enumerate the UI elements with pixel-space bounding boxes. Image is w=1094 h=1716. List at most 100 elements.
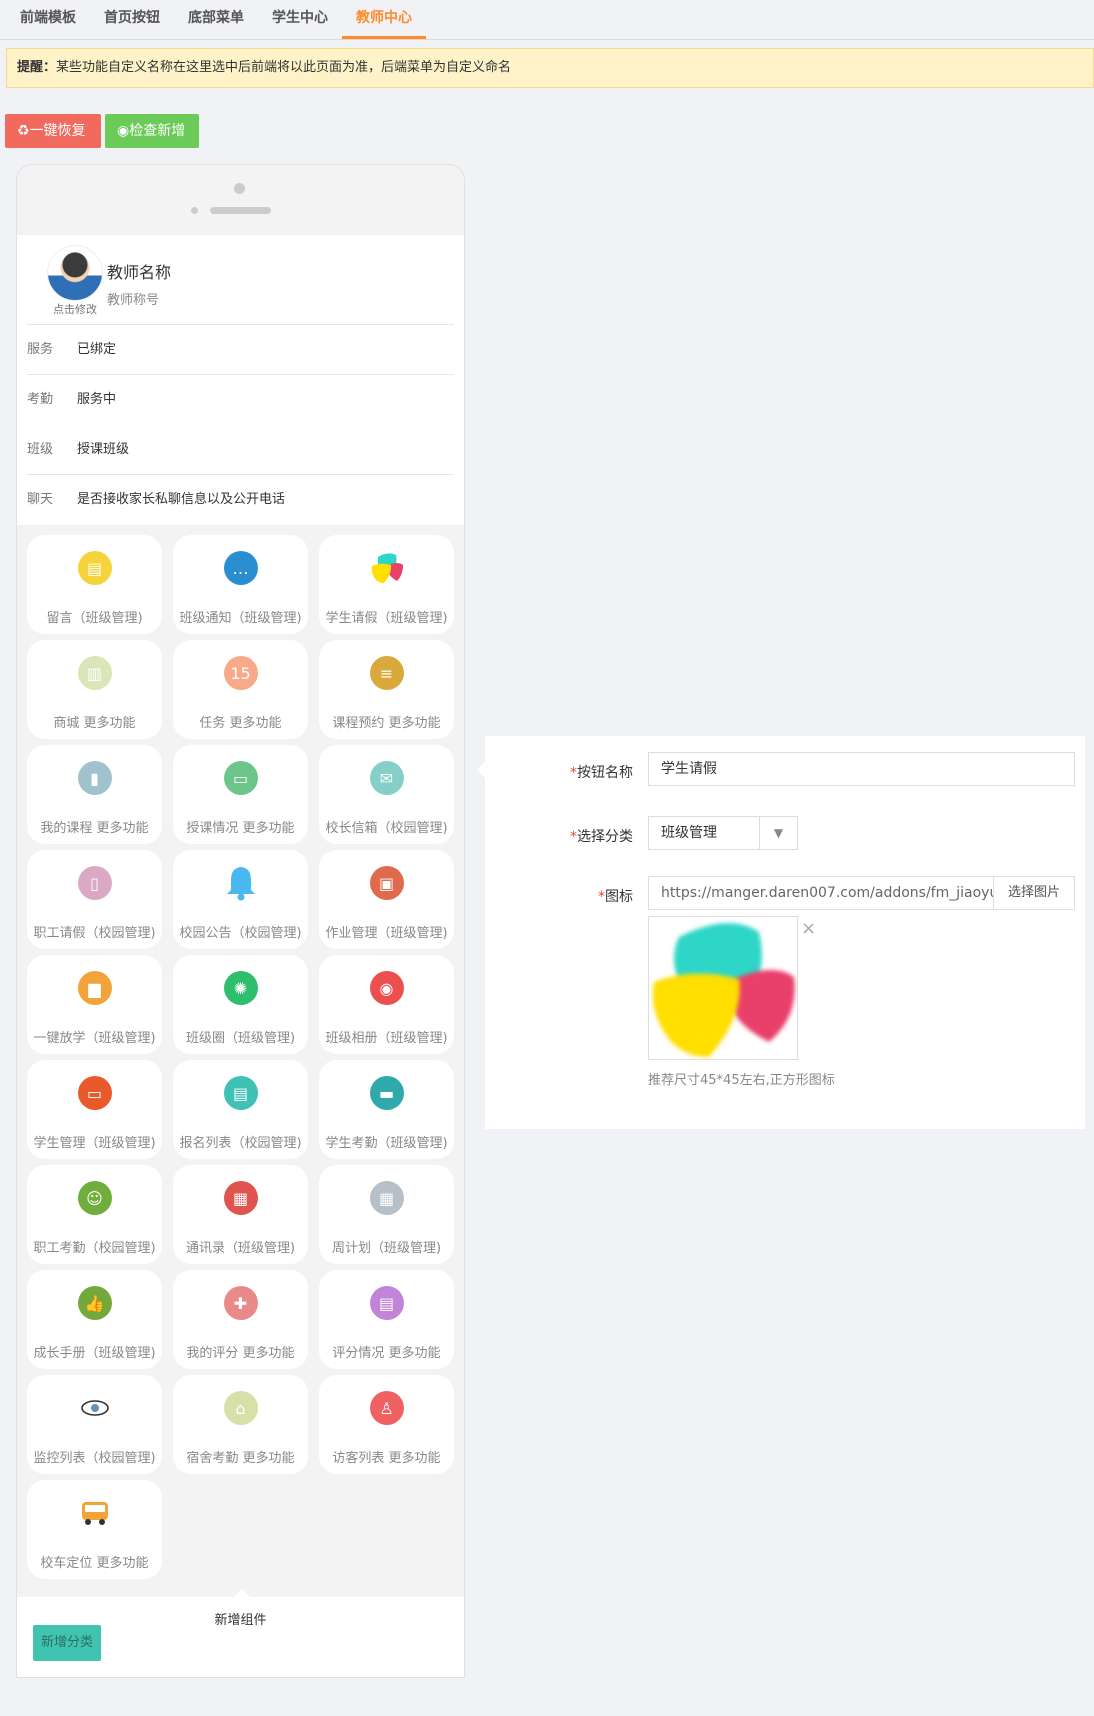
aperture-icon: ✺ <box>223 971 258 1005</box>
grid-item[interactable]: ▬ 学生考勤（班级管理) <box>319 1060 454 1159</box>
thumbs-up-icon: 👍 <box>77 1286 112 1320</box>
notebook-icon: ▮ <box>77 761 112 795</box>
grid-item-label: 宿舍考勤 更多功能 <box>186 1451 295 1466</box>
restore-button[interactable]: ♻一键恢复 <box>5 114 101 148</box>
grid-item-label: 职工考勤（校园管理) <box>33 1241 156 1256</box>
grid-item[interactable]: ▭ 学生管理（班级管理) <box>27 1060 162 1159</box>
info-label: 班级 <box>27 442 54 457</box>
info-label: 考勤 <box>27 392 54 407</box>
grid-item-label: 评分情况 更多功能 <box>332 1346 441 1361</box>
phone-top-bar <box>17 165 464 235</box>
grid-item-label: 留言（班级管理) <box>46 611 143 626</box>
grid-item[interactable]: ✚ 我的评分 更多功能 <box>173 1270 308 1369</box>
tab-home-buttons[interactable]: 首页按钮 <box>90 1 174 39</box>
grid-item-label: 监控列表（校园管理) <box>33 1451 156 1466</box>
add-component-arrow <box>234 1589 250 1597</box>
briefcase-icon: ✚ <box>223 1286 258 1320</box>
grid-item-label: 一键放学（班级管理) <box>33 1031 156 1046</box>
info-row-chat: 聊天 是否接收家长私聊信息以及公开电话 <box>27 475 454 525</box>
teacher-profile: 点击修改 教师名称 教师称号 服务 已绑定 考勤 服务中 班级 授课班级 聊天 … <box>17 235 464 525</box>
grid-item[interactable]: ✉ 校长信箱（校园管理) <box>319 745 454 844</box>
info-value: 服务中 <box>77 392 117 407</box>
add-category-button[interactable]: 新增分类 <box>33 1625 101 1661</box>
grid-item[interactable]: ▣ 作业管理（班级管理) <box>319 850 454 949</box>
grid-item[interactable]: ▆ 一键放学（班级管理) <box>27 955 162 1054</box>
info-label: 聊天 <box>27 492 54 507</box>
grid-item-label: 任务 更多功能 <box>199 716 282 731</box>
grid-item[interactable]: 学生请假（班级管理) <box>319 535 454 634</box>
contact-icon: ▦ <box>223 1181 258 1215</box>
grid-item[interactable]: ▥ 商城 更多功能 <box>27 640 162 739</box>
notice-banner: 提醒：某些功能自定义名称在这里选中后前端将以此页面为准，后端菜单为自定义命名 <box>6 48 1094 88</box>
grid-item-label: 班级通知（班级管理) <box>179 611 302 626</box>
icon-label: *图标 <box>598 889 633 905</box>
grid-item[interactable]: ⌂ 宿舍考勤 更多功能 <box>173 1375 308 1474</box>
icon-url-input[interactable]: https://manger.daren007.com/addons/fm_ji… <box>648 876 994 910</box>
grid-item[interactable]: ▦ 通讯录（班级管理) <box>173 1165 308 1264</box>
grid-item-label: 课程预约 更多功能 <box>332 716 441 731</box>
teacher-name: 教师名称 <box>107 263 172 282</box>
grid-item[interactable]: ☺ 职工考勤（校园管理) <box>27 1165 162 1264</box>
grid-item[interactable]: ≡ 课程预约 更多功能 <box>319 640 454 739</box>
tab-frontend-template[interactable]: 前端模板 <box>6 1 90 39</box>
grid-item[interactable]: ▭ 授课情况 更多功能 <box>173 745 308 844</box>
grid-item[interactable]: ▯ 职工请假（校园管理) <box>27 850 162 949</box>
grid-item-label: 校车定位 更多功能 <box>40 1556 149 1571</box>
icon-size-hint: 推荐尺寸45*45左右,正方形图标 <box>648 1073 835 1088</box>
tri-petal-icon <box>369 551 404 585</box>
icon-preview <box>648 916 798 1060</box>
grid-item-label: 学生考勤（班级管理) <box>325 1136 448 1151</box>
bell-icon <box>224 866 258 901</box>
grid-item-label: 班级相册（班级管理) <box>325 1031 448 1046</box>
button-name-input[interactable]: 学生请假 <box>648 752 1075 786</box>
category-select[interactable]: 班级管理 ▼ <box>648 816 798 850</box>
info-value: 已绑定 <box>77 342 117 357</box>
grid-item-label: 报名列表（校园管理) <box>179 1136 302 1151</box>
sensor-dot <box>191 207 198 214</box>
grid-item[interactable]: ♙ 访客列表 更多功能 <box>319 1375 454 1474</box>
speaker-slot <box>210 207 271 214</box>
grid-item[interactable]: 15 任务 更多功能 <box>173 640 308 739</box>
grid-item[interactable]: ▮ 我的课程 更多功能 <box>27 745 162 844</box>
category-value: 班级管理 <box>661 825 717 841</box>
grid-item-label: 成长手册（班级管理) <box>33 1346 156 1361</box>
calendar-icon: 15 <box>223 656 258 690</box>
teacher-board-icon: ▣ <box>369 866 404 900</box>
avatar-edit-tip[interactable]: 点击修改 <box>45 301 105 317</box>
tab-bottom-menu[interactable]: 底部菜单 <box>174 1 258 39</box>
grid-item[interactable]: … 班级通知（班级管理) <box>173 535 308 634</box>
profile-head: 点击修改 教师名称 教师称号 <box>27 235 454 325</box>
close-icon[interactable]: × <box>801 918 816 939</box>
grid-item[interactable]: 监控列表（校园管理) <box>27 1375 162 1474</box>
grid-item[interactable]: ▦ 周计划（班级管理) <box>319 1165 454 1264</box>
tab-teacher-center[interactable]: 教师中心 <box>342 1 426 39</box>
grid-item[interactable]: ✺ 班级圈（班级管理) <box>173 955 308 1054</box>
form-icon: ▤ <box>223 1076 258 1110</box>
grid-item[interactable]: ▤ 评分情况 更多功能 <box>319 1270 454 1369</box>
grid-item-label: 职工请假（校园管理) <box>33 926 156 941</box>
grid-item-label: 校长信箱（校园管理) <box>325 821 448 836</box>
notice-text: 某些功能自定义名称在这里选中后前端将以此页面为准，后端菜单为自定义命名 <box>56 60 512 75</box>
grid-item[interactable]: ▤ 报名列表（校园管理) <box>173 1060 308 1159</box>
chevron-down-icon[interactable]: ▼ <box>759 817 797 849</box>
grid-item[interactable]: 校园公告（校园管理) <box>173 850 308 949</box>
grid-item[interactable]: 校车定位 更多功能 <box>27 1480 162 1579</box>
button-name-label: *按钮名称 <box>570 765 633 781</box>
grid-item-label: 学生管理（班级管理) <box>33 1136 156 1151</box>
function-grid: ▤ 留言（班级管理) … 班级通知（班级管理) 学生请假（班级管理) ▥ 商城 更多功能 15… <box>17 525 464 1579</box>
avatar-wrap[interactable]: 点击修改 <box>45 245 105 317</box>
grid-item-label: 访客列表 更多功能 <box>332 1451 441 1466</box>
grid-item[interactable]: ◉ 班级相册（班级管理) <box>319 955 454 1054</box>
bus-icon: ▆ <box>77 971 112 1005</box>
window-icon: ▭ <box>223 761 258 795</box>
grid-item-label: 商城 更多功能 <box>53 716 136 731</box>
avatar[interactable] <box>47 245 103 301</box>
pick-image-button[interactable]: 选择图片 <box>993 876 1075 910</box>
chat-bubble-icon: … <box>223 551 258 585</box>
grid-item[interactable]: ▤ 留言（班级管理) <box>27 535 162 634</box>
info-value: 是否接收家长私聊信息以及公开电话 <box>77 492 286 507</box>
house-icon: ⌂ <box>223 1391 258 1425</box>
grid-item[interactable]: 👍 成长手册（班级管理) <box>27 1270 162 1369</box>
tab-student-center[interactable]: 学生中心 <box>258 1 342 39</box>
check-new-button[interactable]: ◉检查新增 <box>105 114 199 148</box>
